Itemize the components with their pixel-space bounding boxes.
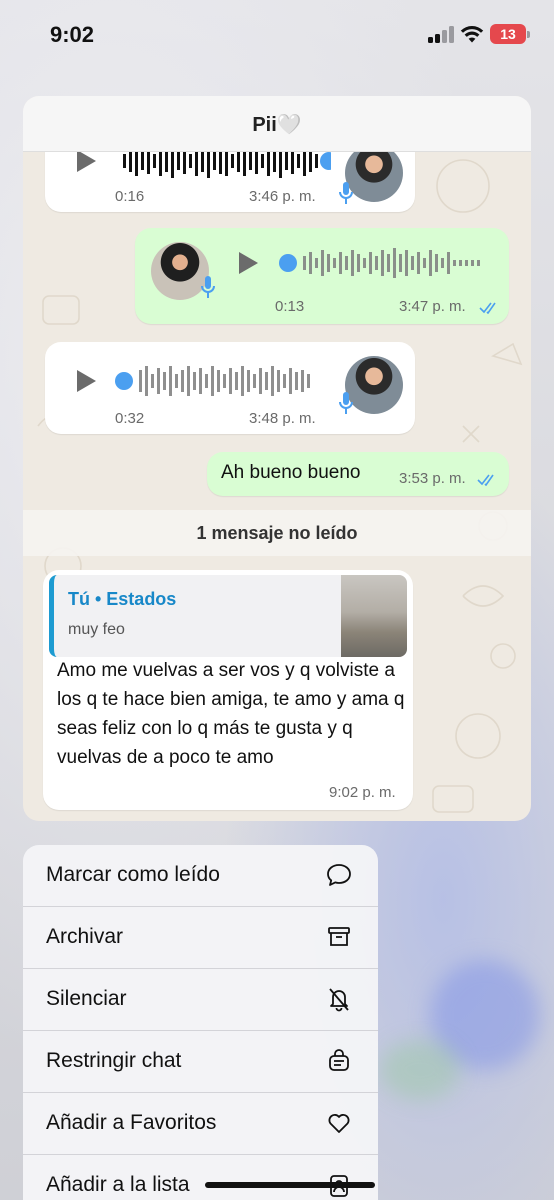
voice-duration: 0:32 — [115, 410, 145, 427]
read-receipt-icon — [477, 474, 494, 486]
blurred-shape — [380, 1040, 460, 1100]
text-message[interactable]: Tú • Estados muy feo Amo me vuelvas a se… — [43, 570, 413, 810]
status-thumbnail — [341, 575, 407, 657]
menu-item-add-to-list[interactable]: Añadir a la lista — [23, 1155, 378, 1200]
microphone-icon — [339, 182, 353, 204]
message-time: 3:46 p. m. — [249, 188, 316, 205]
voice-message[interactable]: 0:13 3:47 p. m. — [135, 228, 509, 324]
status-reply-quote[interactable]: Tú • Estados muy feo — [49, 575, 407, 657]
message-time: 3:53 p. m. — [399, 470, 466, 487]
menu-item-label: Marcar como leído — [46, 863, 220, 886]
menu-item-restrict-chat[interactable]: Restringir chat — [23, 1031, 378, 1093]
menu-item-label: Añadir a Favoritos — [46, 1111, 217, 1134]
menu-item-label: Restringir chat — [46, 1049, 182, 1072]
read-receipt-icon — [479, 302, 496, 314]
menu-item-mute[interactable]: Silenciar — [23, 969, 378, 1031]
status-bar: 9:02 13 — [0, 0, 554, 70]
menu-item-mark-read[interactable]: Marcar como leído — [23, 845, 378, 907]
wifi-icon — [460, 26, 484, 43]
voice-duration: 0:16 — [115, 188, 145, 205]
heart-icon — [328, 1114, 350, 1133]
menu-item-add-favorites[interactable]: Añadir a Favoritos — [23, 1093, 378, 1155]
microphone-icon — [201, 276, 215, 298]
quote-title: Tú • Estados — [68, 589, 177, 609]
message-text: Ah bueno bueno — [221, 462, 361, 483]
unread-divider: 1 mensaje no leído — [23, 510, 531, 556]
menu-item-label: Silenciar — [46, 987, 127, 1010]
contact-avatar — [345, 356, 403, 414]
microphone-icon — [339, 392, 353, 414]
contact-avatar — [345, 144, 403, 202]
play-icon[interactable] — [239, 252, 258, 274]
chat-title: Pii🤍 — [23, 96, 531, 152]
waveform[interactable] — [279, 246, 493, 280]
voice-duration: 0:13 — [275, 298, 305, 315]
voice-message[interactable]: 0:32 3:48 p. m. — [45, 342, 415, 434]
text-message[interactable]: Ah bueno bueno 3:53 p. m. — [207, 452, 509, 496]
battery-icon: 13 — [490, 24, 530, 44]
message-time: 3:47 p. m. — [399, 298, 466, 315]
menu-item-archive[interactable]: Archivar — [23, 907, 378, 969]
message-text: Amo me vuelvas a ser vos y q volviste a … — [57, 660, 405, 768]
chat-preview[interactable]: Pii🤍 0:16 3:46 p. m. 0:13 3:47 p. m. 0:3… — [23, 96, 531, 821]
archive-box-icon — [328, 927, 350, 946]
locked-chat-icon — [329, 1049, 349, 1071]
play-icon[interactable] — [77, 370, 96, 392]
status-time: 9:02 — [50, 22, 95, 47]
play-icon[interactable] — [77, 150, 96, 172]
waveform[interactable] — [115, 364, 329, 398]
signal-icon — [428, 26, 456, 43]
menu-item-label: Archivar — [46, 925, 124, 948]
message-time: 9:02 p. m. — [329, 784, 396, 801]
context-menu: Marcar como leído Archivar Silenciar Res… — [23, 845, 378, 1200]
message-time: 3:48 p. m. — [249, 410, 316, 427]
menu-item-label: Añadir a la lista — [46, 1173, 190, 1196]
quote-subtitle: muy feo — [68, 621, 125, 638]
home-indicator[interactable] — [205, 1182, 375, 1188]
bell-slash-icon — [329, 988, 349, 1012]
chat-bubble-icon — [327, 864, 351, 886]
